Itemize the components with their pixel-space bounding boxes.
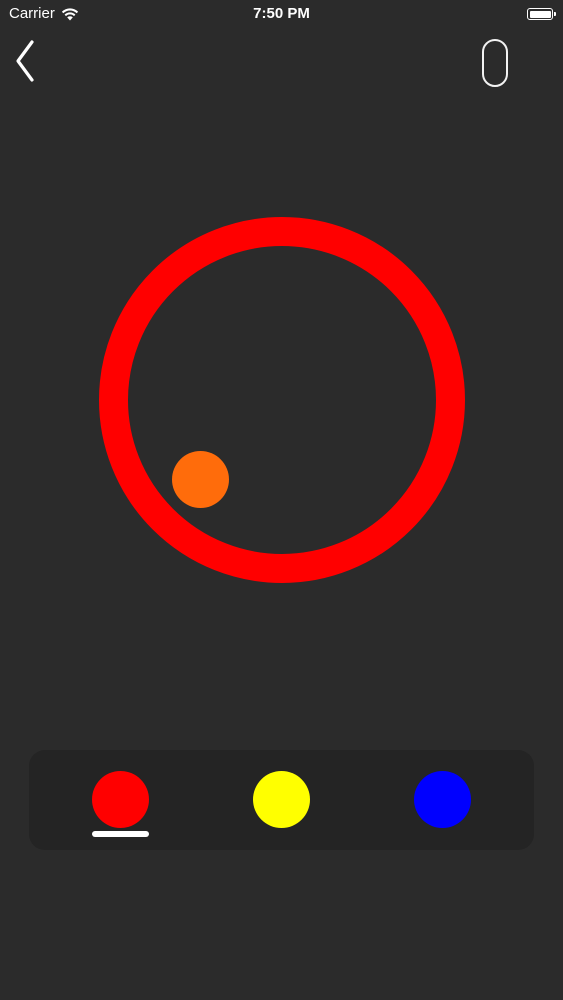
color-selector [29, 750, 534, 850]
game-ball [172, 451, 229, 508]
color-swatch-red[interactable] [92, 771, 149, 828]
color-swatch-yellow[interactable] [253, 771, 310, 828]
game-area[interactable] [0, 0, 563, 1000]
color-swatch-blue[interactable] [414, 771, 471, 828]
selected-indicator [92, 831, 149, 837]
target-ring [99, 217, 465, 583]
